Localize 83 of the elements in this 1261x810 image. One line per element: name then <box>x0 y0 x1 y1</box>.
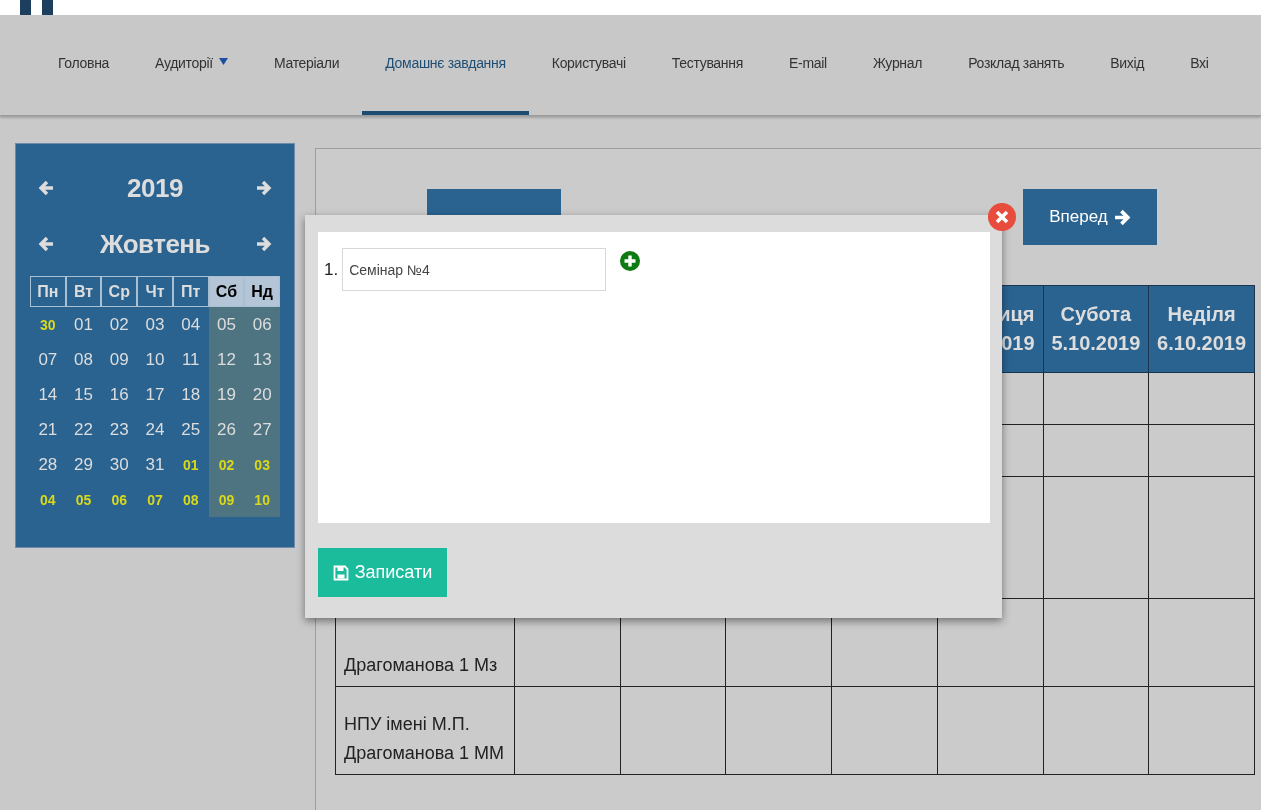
nav-tab[interactable]: Аудиторії <box>132 15 251 115</box>
calendar-day[interactable]: 06 <box>244 307 280 342</box>
calendar-day[interactable]: 24 <box>137 412 173 447</box>
calendar-day[interactable]: 04 <box>30 482 66 517</box>
caret-icon <box>218 57 228 65</box>
calendar-day[interactable]: 06 <box>101 482 138 517</box>
calendar-day[interactable]: 27 <box>244 412 280 447</box>
calendar-day[interactable]: 07 <box>137 482 173 517</box>
calendar-day[interactable]: 19 <box>208 377 245 412</box>
calendar-day[interactable]: 03 <box>137 307 173 342</box>
calendar-day[interactable]: 08 <box>172 482 209 517</box>
arrow-right-icon <box>256 236 272 252</box>
calendar-day[interactable]: 17 <box>137 377 173 412</box>
nav-tab[interactable]: Розклад занять <box>945 15 1088 115</box>
calendar-day[interactable]: 28 <box>30 447 66 482</box>
calendar-day[interactable]: 29 <box>65 447 102 482</box>
calendar-day[interactable]: 09 <box>208 482 245 517</box>
calendar-day[interactable]: 21 <box>30 412 66 447</box>
nav-tab[interactable]: Користувачі <box>528 15 649 115</box>
nav-tab[interactable]: Домашнє завдання <box>362 15 529 115</box>
calendar-day[interactable]: 03 <box>244 447 280 482</box>
calendar-day[interactable]: 04 <box>172 307 209 342</box>
close-icon[interactable] <box>988 203 1016 231</box>
next-month-button[interactable] <box>256 236 272 252</box>
weekday-header: Ср <box>101 276 138 307</box>
nav-tab[interactable]: Вихід <box>1087 15 1168 115</box>
weekday-header: Вт <box>65 276 102 307</box>
calendar-day[interactable]: 02 <box>208 447 245 482</box>
calendar-day[interactable]: 01 <box>172 447 209 482</box>
nav-tab[interactable]: Тестування <box>648 15 766 115</box>
calendar-year: 2019 <box>127 172 183 204</box>
arrow-left-icon <box>38 180 54 196</box>
calendar-day[interactable]: 18 <box>172 377 209 412</box>
logo-icon <box>20 0 55 15</box>
calendar-day[interactable]: 10 <box>244 482 280 517</box>
calendar-day[interactable]: 20 <box>244 377 280 412</box>
save-button[interactable]: Записати <box>318 548 447 597</box>
item-number: 1. <box>324 259 339 280</box>
calendar-day[interactable]: 22 <box>65 412 102 447</box>
weekday-header: Нд <box>244 276 280 307</box>
calendar-day[interactable]: 01 <box>65 307 102 342</box>
previous-month-button[interactable] <box>38 236 54 252</box>
weekday-header: Чт <box>137 276 173 307</box>
calendar-day[interactable]: 13 <box>244 342 280 377</box>
arrow-right-icon <box>256 180 272 196</box>
calendar-day[interactable]: 05 <box>208 307 245 342</box>
forward-button[interactable]: Вперед <box>1023 189 1157 245</box>
calendar-day[interactable]: 08 <box>65 342 102 377</box>
next-year-button[interactable] <box>256 180 272 196</box>
calendar-day[interactable]: 10 <box>137 342 173 377</box>
calendar-month: Жовтень <box>99 228 211 260</box>
arrow-right-icon <box>1113 208 1131 226</box>
calendar-day[interactable]: 31 <box>137 447 173 482</box>
input-field[interactable]: Семінар №4 <box>342 248 607 291</box>
nav-tab[interactable]: E-mail <box>766 15 850 115</box>
arrow-left-icon <box>38 236 54 252</box>
previous-year-button[interactable] <box>38 180 54 196</box>
calendar-day[interactable]: 25 <box>172 412 209 447</box>
weekday-header: Сб <box>208 276 245 307</box>
nav-tab[interactable]: Вхі <box>1167 15 1232 115</box>
nav-tab[interactable]: Головна <box>35 15 133 115</box>
nav-tab[interactable]: Матеріали <box>250 15 363 115</box>
calendar-day[interactable]: 09 <box>101 342 138 377</box>
row-label: Драгоманова 1 Мз <box>344 655 498 676</box>
row-label: НПУ імені М.П. Драгоманова 1 ММ <box>344 714 505 764</box>
column-header: Неділя 6.10.2019 <box>1157 303 1247 354</box>
calendar-day[interactable]: 15 <box>65 377 102 412</box>
nav-tab[interactable]: Журнал <box>849 15 946 115</box>
calendar-day[interactable]: 14 <box>30 377 66 412</box>
calendar-day[interactable]: 30 <box>30 307 66 342</box>
weekday-header: Пн <box>30 276 66 307</box>
calendar-day[interactable]: 05 <box>65 482 102 517</box>
calendar-day[interactable]: 23 <box>101 412 138 447</box>
calendar-day[interactable]: 16 <box>101 377 138 412</box>
column-header: Субота 5.10.2019 <box>1051 303 1141 354</box>
add-icon[interactable] <box>620 250 641 271</box>
calendar-day[interactable]: 30 <box>101 447 138 482</box>
weekday-header: Пт <box>172 276 209 307</box>
calendar-day[interactable]: 07 <box>30 342 66 377</box>
calendar-day[interactable]: 12 <box>208 342 245 377</box>
calendar-day[interactable]: 11 <box>172 342 209 377</box>
calendar-day[interactable]: 26 <box>208 412 245 447</box>
calendar-day[interactable]: 02 <box>101 307 138 342</box>
